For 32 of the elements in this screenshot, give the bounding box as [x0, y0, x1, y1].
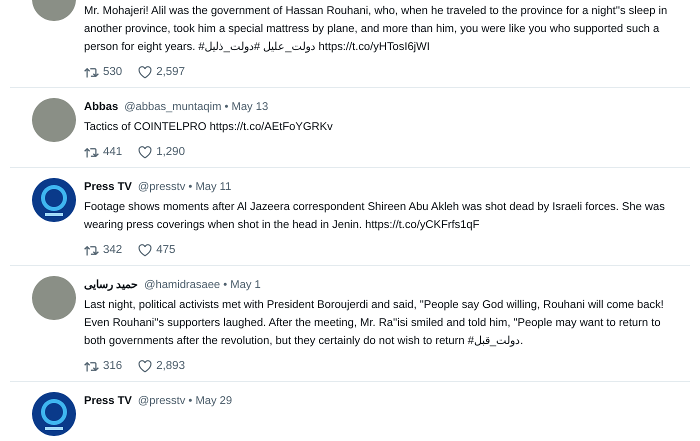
author-handle-date: @presstv • May 29 — [138, 394, 232, 409]
logo-avatar — [32, 392, 76, 436]
tweet-text: Tactics of COINTELPRO https://t.co/AEtFoYGRKv — [84, 120, 334, 135]
retweet-icon[interactable] — [84, 244, 99, 256]
tweet-text: Mr. Mohajeri! Alil was the government of Hassan Rouhani, who, when he traveled to the province for a night''s sleep in another province, took him a special mattress by plane, and more than him, you were like you who supported such a person for eight years. #دولت_علیل #دولت_ذلیل https://t.co/yHTosI6jWI — [84, 4, 668, 55]
author-name[interactable]: Press TV — [84, 178, 132, 196]
tweet-text: Last night, political activists met with President Boroujerdi and said, "People say God willing, Rouhani will come back! Even Rouhani''s supporters laughed. After the meeting, Mr. Ra''isi smiled and told him, "People may want to return to both governments after the revolution, but they certainly do not wish to return #دولت_قبل. — [84, 298, 665, 349]
retweet-count: 441 — [103, 145, 122, 160]
like-count: 2,893 — [156, 359, 185, 374]
avatar-photo-placeholder — [32, 98, 76, 142]
retweet-count: 342 — [103, 243, 122, 258]
like-count: 475 — [156, 243, 176, 258]
author-name[interactable]: Press TV — [84, 392, 132, 410]
like-count: 1,290 — [156, 145, 185, 160]
author-handle-date: @hamidrasaee • May 1 — [144, 278, 261, 293]
author-name[interactable]: حمید رسایی — [84, 276, 138, 294]
like-count: 2,597 — [156, 65, 185, 80]
retweet-count: 530 — [103, 65, 122, 80]
heart-icon[interactable] — [138, 244, 152, 256]
retweet-icon[interactable] — [84, 360, 99, 372]
retweet-count: 316 — [103, 359, 122, 374]
author-handle-date: @presstv • May 11 — [138, 180, 232, 195]
logo-avatar — [32, 178, 76, 222]
avatar-photo-placeholder — [32, 276, 76, 320]
heart-icon[interactable] — [138, 360, 152, 372]
tweet-text: Footage shows moments after Al Jazeera correspondent Shireen Abu Akleh was shot dead by Israeli forces. She was wearing press coverings when shot in the head in Jenin. https://t.co/yCKFrfs1qF — [84, 200, 666, 233]
author-name[interactable]: Abbas — [84, 98, 118, 116]
retweet-icon[interactable] — [84, 66, 99, 78]
heart-icon[interactable] — [138, 146, 152, 158]
heart-icon[interactable] — [138, 66, 152, 78]
retweet-icon[interactable] — [84, 146, 99, 158]
author-handle-date: @abbas_muntaqim • May 13 — [124, 100, 268, 115]
